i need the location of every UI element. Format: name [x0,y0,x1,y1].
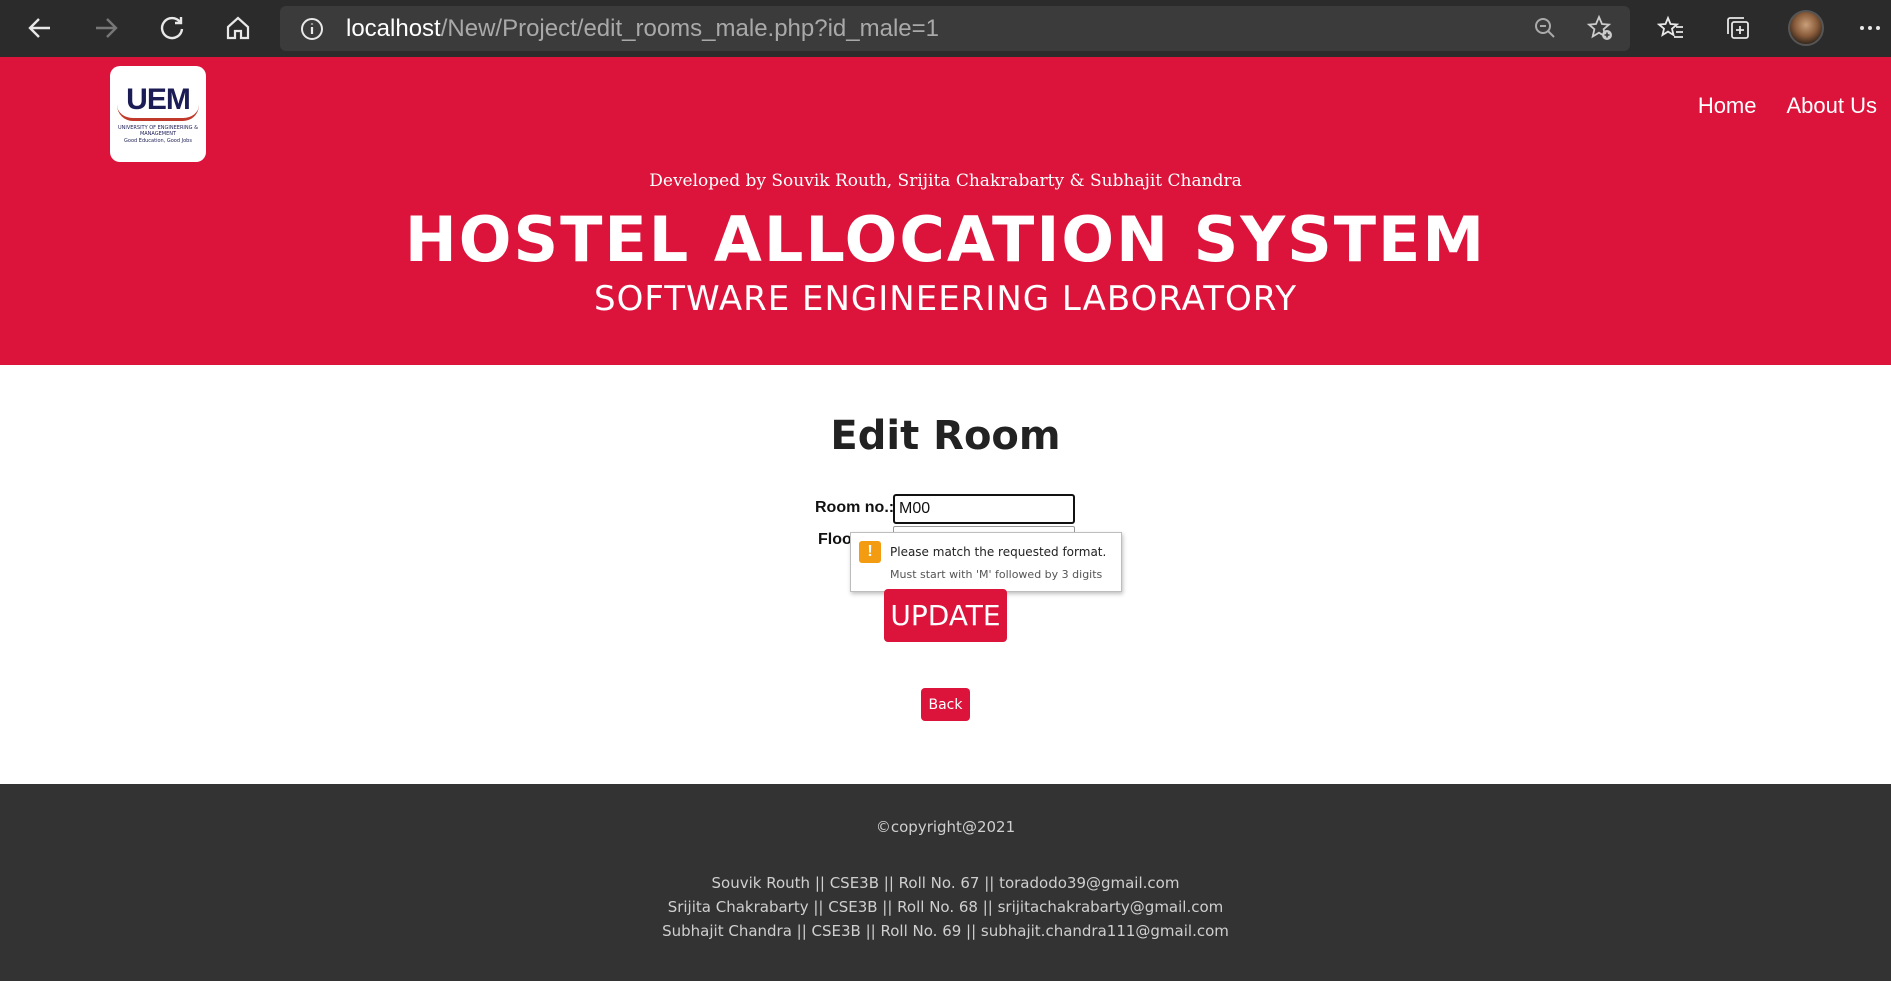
room-no-input[interactable] [893,494,1075,524]
home-icon[interactable] [218,8,258,48]
url-path: /New/Project/edit_rooms_male.php?id_male… [440,15,940,42]
site-subtitle: SOFTWARE ENGINEERING LABORATORY [593,279,1297,319]
warning-icon: ! [859,541,881,563]
developer-credit: Developed by Souvik Routh, Srijita Chakr… [649,171,1242,191]
validation-message: Please match the requested format. [890,545,1107,559]
zoom-out-icon[interactable] [1525,8,1565,48]
more-icon[interactable] [1850,8,1890,48]
browser-toolbar: localhost/New/Project/edit_rooms_male.ph… [0,0,1891,57]
nav-about-link[interactable]: About Us [1787,93,1878,119]
logo-laurel [117,105,199,121]
logo-subtitle: UNIVERSITY OF ENGINEERING & MANAGEMENT [117,124,199,137]
profile-avatar[interactable] [1788,10,1824,46]
validation-tooltip: ! Please match the requested format. Mus… [850,532,1122,592]
refresh-icon[interactable] [152,8,192,48]
info-icon[interactable] [300,17,324,45]
uem-logo[interactable]: UEM UNIVERSITY OF ENGINEERING & MANAGEME… [110,66,206,162]
room-no-label: Room no.: [815,499,895,516]
top-nav: Home About Us [1698,93,1877,119]
credit-subhajit: Subhajit Chandra || CSE3B || Roll No. 69… [662,922,1229,940]
nav-home-link[interactable]: Home [1698,93,1757,119]
url-host: localhost [346,15,441,42]
collections-icon[interactable] [1718,8,1758,48]
site-footer: ©copyright@2021 Souvik Routh || CSE3B ||… [0,784,1891,981]
credit-souvik: Souvik Routh || CSE3B || Roll No. 67 || … [711,874,1180,892]
copyright-text: ©copyright@2021 [875,818,1016,836]
back-arrow-icon[interactable] [20,8,60,48]
site-header: UEM UNIVERSITY OF ENGINEERING & MANAGEME… [0,57,1891,365]
favorites-icon[interactable] [1651,8,1691,48]
validation-hint: Must start with 'M' followed by 3 digits [890,568,1103,581]
page-title: Edit Room [830,413,1061,459]
address-bar[interactable]: localhost/New/Project/edit_rooms_male.ph… [280,6,1630,51]
back-button[interactable]: Back [921,688,970,721]
logo-tagline: Good Education, Good Jobs [124,137,192,144]
url-text[interactable]: localhost/New/Project/edit_rooms_male.ph… [346,15,939,43]
credit-srijita: Srijita Chakrabarty || CSE3B || Roll No.… [667,898,1224,916]
forward-arrow-icon[interactable] [86,8,126,48]
add-favorite-icon[interactable] [1580,8,1620,48]
floor-label: Floo [818,531,852,548]
site-title: HOSTEL ALLOCATION SYSTEM [404,203,1487,276]
update-button[interactable]: UPDATE [884,589,1007,642]
